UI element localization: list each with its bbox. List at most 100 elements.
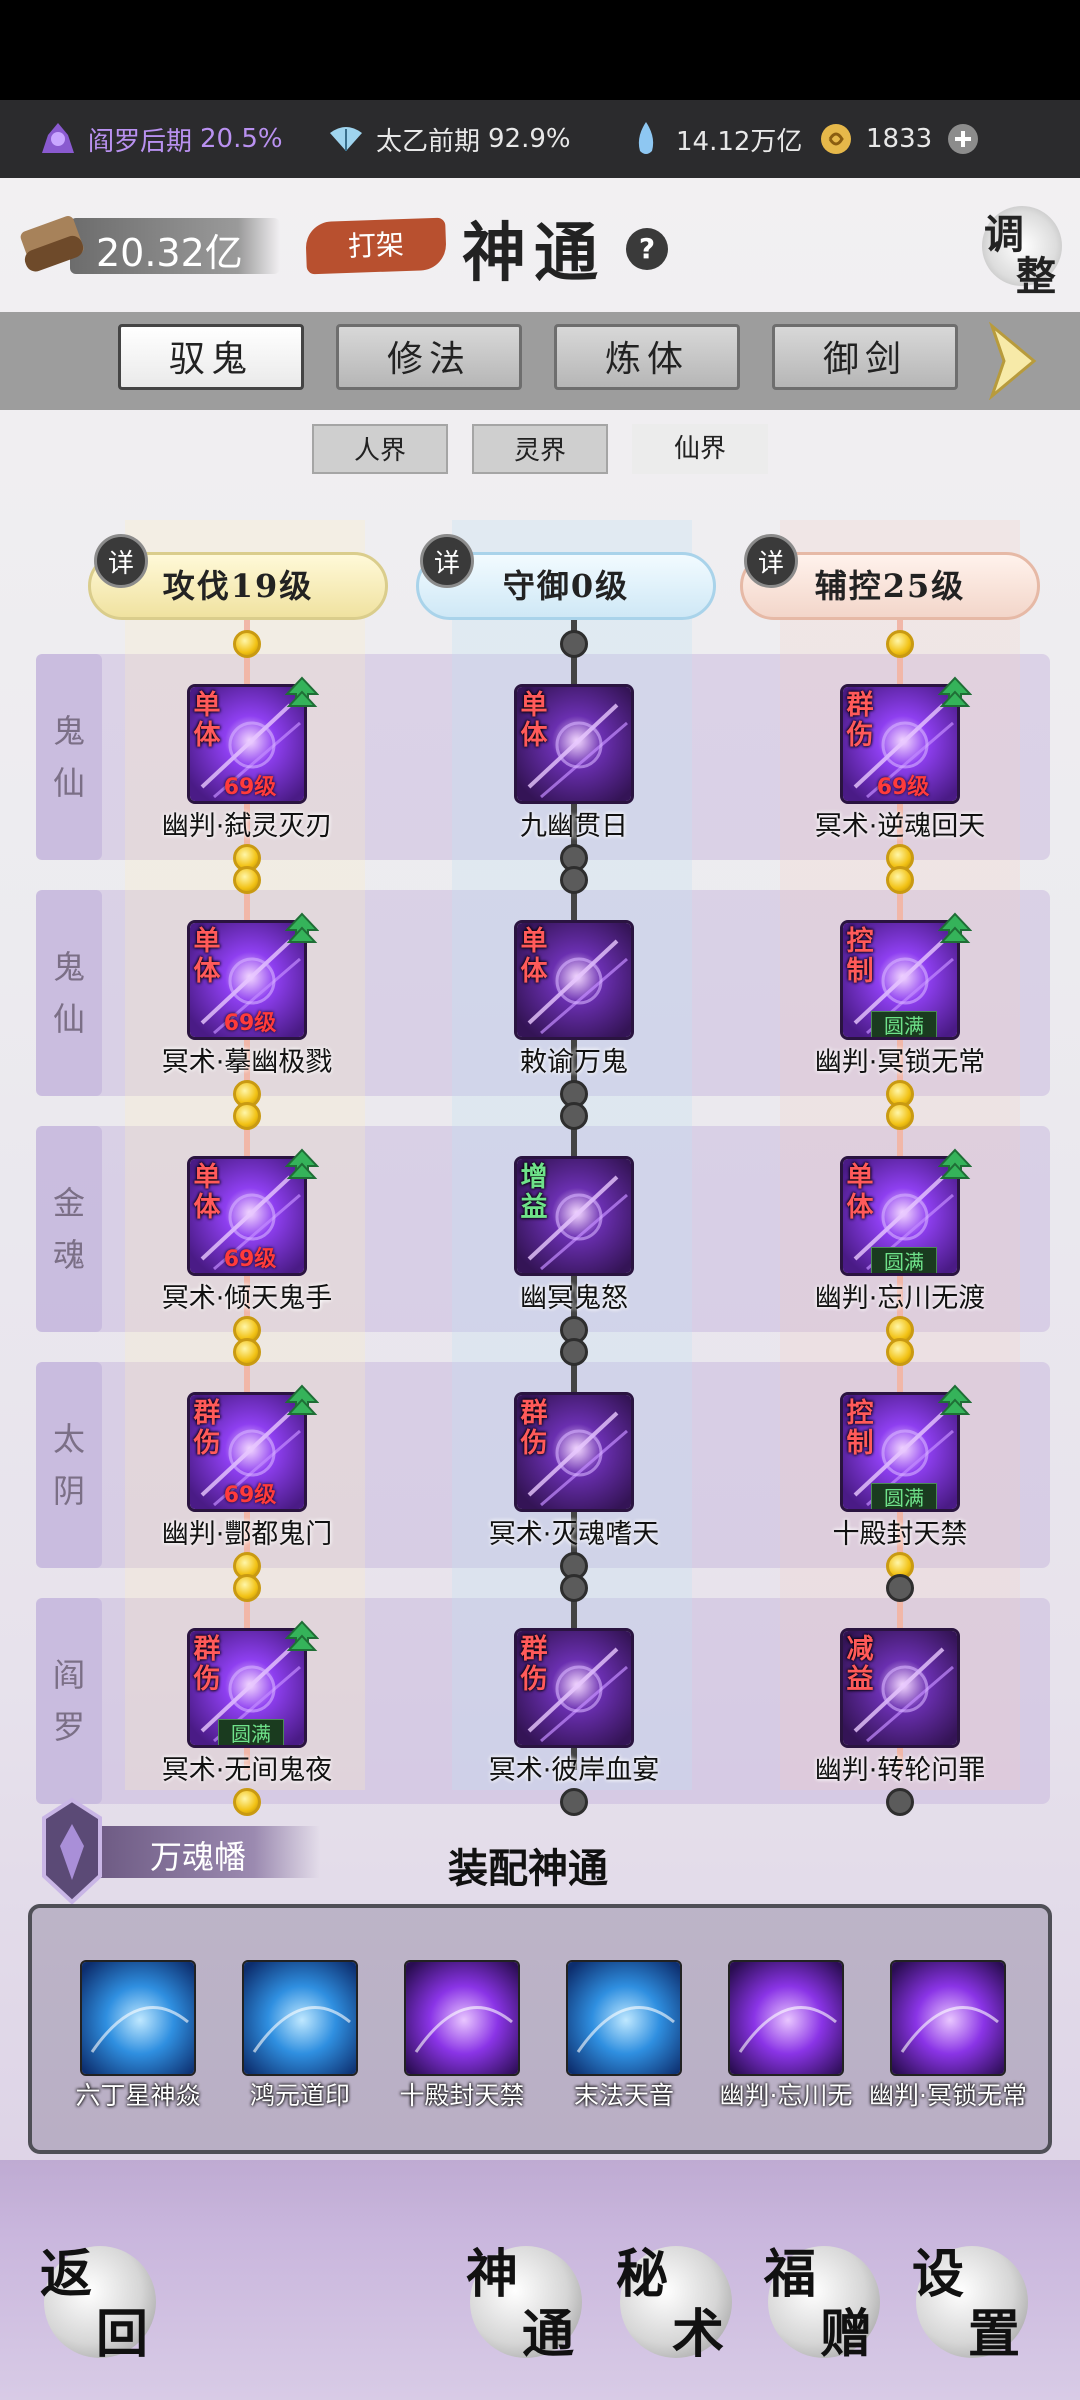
skill-name: 冥术·无间鬼夜 xyxy=(161,1755,333,1786)
adjust-char-2: 整 xyxy=(1016,253,1056,300)
skill-type-char: 体 xyxy=(520,720,548,751)
equip-slot[interactable] xyxy=(728,1960,844,2076)
soul-banner[interactable]: 万魂幡 xyxy=(30,1796,320,1906)
banner-emblem-icon xyxy=(42,1797,102,1905)
skill-node xyxy=(560,866,588,894)
nav-secret-button[interactable]: 秘 术 xyxy=(616,2240,736,2365)
tier-label-char: 罗 xyxy=(52,1708,85,1746)
realm-tab-spirit[interactable]: 灵界 xyxy=(472,424,608,474)
skill-name: 幽判·酆都鬼门 xyxy=(161,1519,333,1550)
skill-type-char: 单 xyxy=(520,690,548,721)
equip-slot[interactable] xyxy=(242,1960,358,2076)
tier-label-char: 太 xyxy=(52,1420,85,1458)
upgrade-arrow-icon xyxy=(284,1148,320,1188)
skill-type-label: 群伤 xyxy=(190,1635,224,1695)
skill-type-label: 单体 xyxy=(517,691,551,751)
detail-badge-icon[interactable]: 详 xyxy=(94,534,148,588)
skill-name: 冥术·彼岸血宴 xyxy=(488,1755,660,1786)
skill-name: 幽判·冥锁无常 xyxy=(814,1047,986,1078)
skill-name: 冥术·倾天鬼手 xyxy=(161,1283,333,1314)
skill-type-char: 制 xyxy=(846,956,874,987)
equip-skill-icon xyxy=(568,1962,680,2074)
equip-slot[interactable] xyxy=(890,1960,1006,2076)
nav-gift-char-1: 福 xyxy=(764,2244,817,2305)
skill-icon[interactable]: 增益 xyxy=(514,1156,634,1276)
skill-type-char: 群 xyxy=(193,1398,221,1429)
upgrade-arrow-icon xyxy=(937,676,973,716)
equip-panel: 六丁星神焱 鸿元道印 十殿封天禁 末法天音 幽判·忘川无 幽判·冥锁无常 xyxy=(28,1904,1052,2154)
skill-level: 69级 xyxy=(223,1247,277,1272)
tab-sword[interactable]: 御剑 xyxy=(772,324,958,390)
realm-tab-immortal[interactable]: 仙界 xyxy=(632,424,768,474)
back-button[interactable]: 返 回 xyxy=(40,2240,160,2365)
skill-type-char: 伤 xyxy=(846,720,874,751)
skill-name: 幽判·忘川无渡 xyxy=(814,1283,986,1314)
help-icon[interactable]: ? xyxy=(626,228,668,270)
page-header: 20.32亿 打架 神通 ? 调 整 xyxy=(0,178,1080,310)
tier-label-char: 仙 xyxy=(52,764,85,802)
bottom-nav: 返 回 神 通 秘 术 福 赠 设 置 xyxy=(0,2160,1080,2400)
skill-icon[interactable]: 群伤 xyxy=(514,1628,634,1748)
coin-amount: 1833 xyxy=(866,124,933,154)
nav-shentong-button[interactable]: 神 通 xyxy=(466,2240,586,2365)
chevron-right-icon[interactable] xyxy=(984,322,1040,400)
nav-settings-button[interactable]: 设 置 xyxy=(912,2240,1032,2365)
combat-power: 20.32亿 xyxy=(96,231,243,275)
skill-icon[interactable]: 单体 xyxy=(514,920,634,1040)
tier-label: 鬼仙 xyxy=(36,890,102,1096)
secondary-progress: 92.9% xyxy=(488,124,571,154)
add-coin-icon[interactable] xyxy=(946,122,980,156)
resource-bar: 阎罗后期 20.5% 太乙前期 92.9% 14.12万亿 1833 xyxy=(0,100,1080,178)
spirit-crystal-icon xyxy=(638,122,654,154)
skill-name: 幽冥鬼怒 xyxy=(520,1283,628,1314)
page-title: 神通 xyxy=(462,216,606,291)
nav-gift-char-2: 赠 xyxy=(820,2304,873,2365)
skill-icon[interactable]: 单体 xyxy=(514,684,634,804)
tier-label: 太阴 xyxy=(36,1362,102,1568)
skill-name: 冥术·逆魂回天 xyxy=(814,811,986,842)
crystal-amount: 14.12万亿 xyxy=(676,126,803,157)
skill-type-label: 群伤 xyxy=(190,1399,224,1459)
gold-coin-icon xyxy=(821,124,851,154)
cultivation-resource: 阎罗后期 20.5% xyxy=(38,100,283,178)
nav-shentong-char-1: 神 xyxy=(466,2244,519,2305)
tab-body[interactable]: 炼体 xyxy=(554,324,740,390)
equip-skill-icon xyxy=(892,1962,1004,2074)
fight-tag[interactable]: 打架 xyxy=(305,217,447,275)
skill-icon[interactable]: 群伤 xyxy=(514,1392,634,1512)
nav-settings-char-1: 设 xyxy=(912,2244,965,2305)
skill-level: 69级 xyxy=(223,1483,277,1508)
skill-node xyxy=(560,1788,588,1816)
skill-icon[interactable]: 减益 xyxy=(840,1628,960,1748)
skill-node xyxy=(886,630,914,658)
yama-realm-icon xyxy=(42,123,74,153)
realm-tab-human[interactable]: 人界 xyxy=(312,424,448,474)
skill-level: 69级 xyxy=(876,775,930,800)
skill-node xyxy=(560,1574,588,1602)
upgrade-arrow-icon xyxy=(937,1148,973,1188)
tab-ghost-control[interactable]: 驭鬼 xyxy=(118,324,304,390)
skill-type-label: 群伤 xyxy=(843,691,877,751)
equip-slot[interactable] xyxy=(566,1960,682,2076)
tab-spell[interactable]: 修法 xyxy=(336,324,522,390)
skill-type-char: 群 xyxy=(520,1398,548,1429)
skill-type-label: 单体 xyxy=(190,927,224,987)
equip-slot[interactable] xyxy=(404,1960,520,2076)
detail-badge-icon[interactable]: 详 xyxy=(744,534,798,588)
equip-slot[interactable] xyxy=(80,1960,196,2076)
detail-badge-icon[interactable]: 详 xyxy=(420,534,474,588)
skill-type-label: 控制 xyxy=(843,1399,877,1459)
skill-type-char: 群 xyxy=(520,1634,548,1665)
nav-gift-button[interactable]: 福 赠 xyxy=(764,2240,884,2365)
skill-type-char: 体 xyxy=(193,1192,221,1223)
upgrade-arrow-icon xyxy=(284,1384,320,1424)
skill-node xyxy=(233,630,261,658)
equip-slot-name: 幽判·冥锁无常 xyxy=(869,2081,1027,2110)
adjust-button[interactable]: 调 整 xyxy=(974,200,1066,300)
equip-slot-name: 六丁星神焱 xyxy=(75,2081,201,2110)
skill-tree: 鬼仙单体 69级 幽判·弑灵灭刃单体九幽贯日群伤 69级 冥术·逆魂回天鬼仙单体 69级冥… xyxy=(0,520,1080,1816)
skill-level: 69级 xyxy=(223,1011,277,1036)
skill-type-char: 增 xyxy=(520,1162,548,1193)
skill-type-char: 减 xyxy=(846,1634,874,1665)
skill-maxed-badge: 圆满 xyxy=(871,1247,937,1273)
